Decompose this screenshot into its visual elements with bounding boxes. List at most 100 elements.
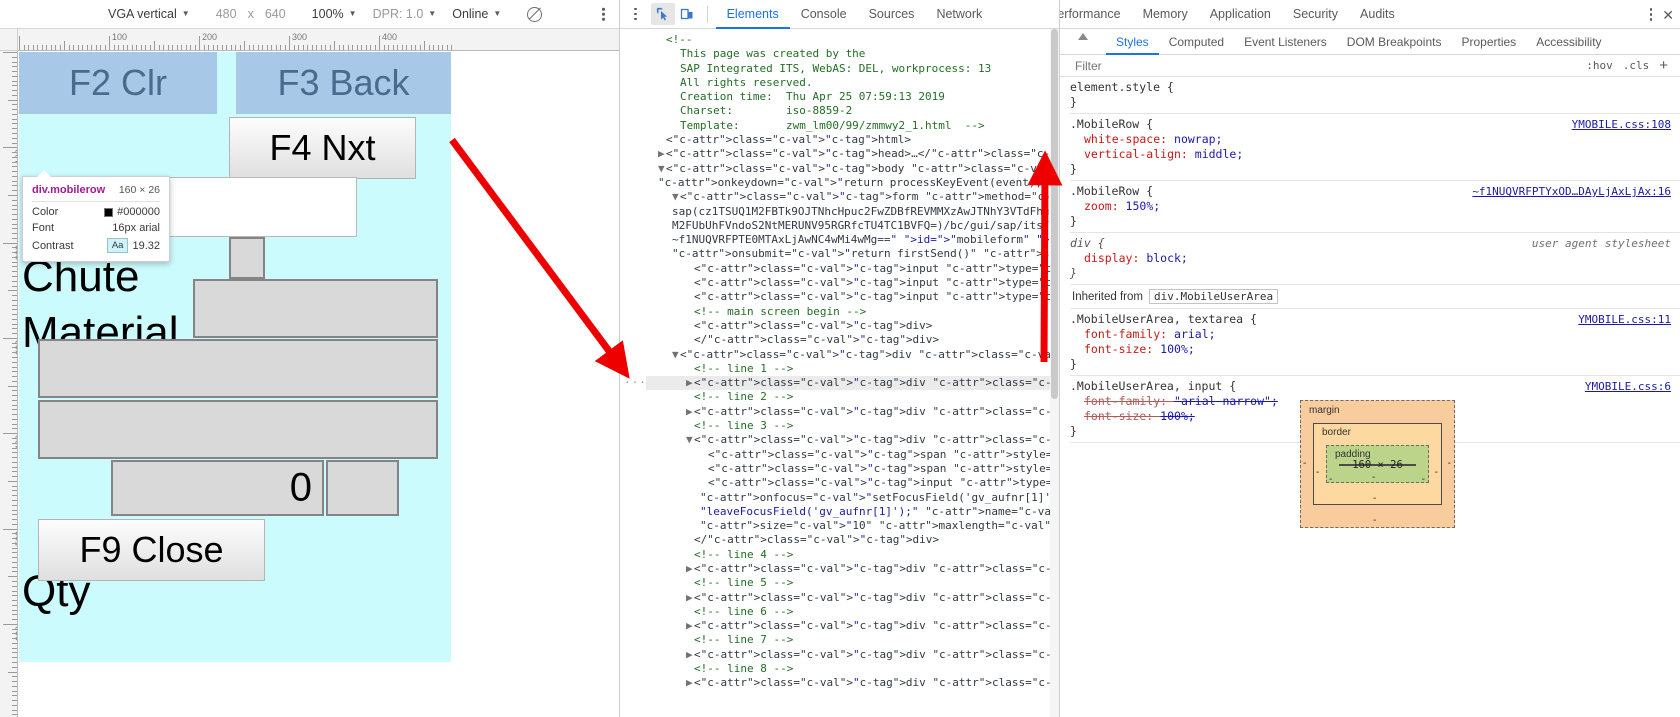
dpr-select[interactable]: DPR: 1.0 ▼	[373, 7, 437, 21]
f4-nxt-button[interactable]: F4 Nxt	[229, 117, 416, 179]
tab-dom-breakpoints[interactable]: DOM Breakpoints	[1337, 29, 1452, 55]
tab-accessibility[interactable]: Accessibility	[1526, 29, 1611, 55]
inherited-rule-1-source-link[interactable]: YMOBILE.css:6	[1585, 379, 1671, 394]
style-rule-2-source-link[interactable]: ~f1NUQVRFPTYxOD…DAyLjAxLjAx:16	[1472, 184, 1671, 199]
element-classes-button[interactable]: .cls	[1623, 59, 1650, 72]
inherited-rule-0-source-link[interactable]: YMOBILE.css:11	[1578, 312, 1671, 327]
dom-line[interactable]: <!-- line 3 -->	[646, 419, 1059, 433]
dom-line[interactable]: Template: zwm_lm00/99/zmmwy2_1.html -->	[646, 119, 1059, 133]
dom-line[interactable]: </"c-attr">class="c-val">"c-tag">div>	[646, 333, 1059, 347]
style-rule-1-declaration[interactable]: vertical-align: middle;	[1070, 147, 1680, 162]
dom-line[interactable]: ▼<"c-attr">class="c-val">"c-tag">div "c-…	[646, 348, 1059, 362]
dom-line[interactable]: ▶<"c-attr">class="c-val">"c-tag">head>…<…	[646, 147, 1059, 161]
styles-filter-input[interactable]	[1072, 56, 1587, 75]
chute-input[interactable]	[229, 237, 265, 279]
tab-properties[interactable]: Properties	[1451, 29, 1526, 55]
style-rule-3-source-link[interactable]: user agent stylesheet	[1532, 236, 1671, 251]
tab-application[interactable]: Application	[1199, 0, 1282, 29]
tab-network[interactable]: Network	[925, 0, 993, 29]
dom-line[interactable]: Charset: iso-8859-2	[646, 104, 1059, 118]
dom-scrollbar[interactable]	[1050, 29, 1059, 717]
dom-line[interactable]: <!-- line 4 -->	[646, 548, 1059, 562]
dom-line[interactable]: M2FUbUhFVndoS2NtMERUNV95RGRfcTU4TC1BVFQ=…	[646, 219, 1059, 233]
tab-audits[interactable]: Audits	[1349, 0, 1406, 29]
dom-line[interactable]: <"c-attr">class="c-val">"c-tag">html>	[646, 133, 1059, 147]
tab-security[interactable]: Security	[1282, 0, 1349, 29]
qty-input[interactable]: 0	[111, 460, 324, 516]
dom-line-badge[interactable]: ···	[624, 376, 647, 390]
dom-line[interactable]: ▶<"c-attr">class="c-val">"c-tag">div "c-…	[646, 619, 1059, 633]
dom-line[interactable]: "c-attr">onkeydown="c-val">"return proce…	[646, 176, 1059, 190]
f3-back-button[interactable]: F3 Back	[236, 52, 451, 114]
inherited-rule-0[interactable]: .MobileUserArea, textarea {font-family: …	[1070, 309, 1680, 376]
device-height-input[interactable]: 640	[265, 7, 286, 21]
more-tools-icon[interactable]	[634, 7, 637, 21]
dom-line[interactable]: SAP Integrated ITS, WebAS: DEL, workproc…	[646, 62, 1059, 76]
tab-styles[interactable]: Styles	[1106, 29, 1159, 55]
style-rule-2[interactable]: .MobileRow {zoom: 150%;} ~f1NUQVRFPTYxOD……	[1070, 181, 1680, 233]
zoom-select[interactable]: 100% ▼	[312, 7, 357, 21]
emulated-page-viewport[interactable]: F2 Clr F3 Back F4 Nxt Order Chute Materi…	[19, 52, 451, 662]
material-input[interactable]	[193, 279, 438, 338]
dom-tree[interactable]: <!-- This page was created by the SAP Inte…	[620, 29, 1059, 717]
dom-line[interactable]: <"c-attr">class="c-val">"c-tag">span "c-…	[646, 462, 1059, 476]
network-throttle-select[interactable]: Online ▼	[452, 7, 501, 21]
dom-line[interactable]: Creation time: Thu Apr 25 07:59:13 2019	[646, 90, 1059, 104]
dom-line[interactable]: ~f1NUQVRFPTE0MTAxLjAwNC4wMi4wMg==" ">id=…	[646, 233, 1059, 247]
dom-line[interactable]: <"c-attr">class="c-val">"c-tag">div>	[646, 319, 1059, 333]
dom-line[interactable]: This page was created by the	[646, 47, 1059, 61]
inherited-from-element[interactable]: div.MobileUserArea	[1148, 289, 1279, 304]
dom-line[interactable]: <!-- line 7 -->	[646, 633, 1059, 647]
dom-line[interactable]: ▶<"c-attr">class="c-val">"c-tag">div "c-…	[646, 405, 1059, 419]
more-options-icon[interactable]	[602, 7, 605, 21]
dom-line[interactable]: </"c-attr">class="c-val">"c-tag">div>	[646, 533, 1059, 547]
dom-line[interactable]: "c-attr">onsubmit="c-val">"return firstS…	[646, 247, 1059, 261]
tab-event-listeners[interactable]: Event Listeners	[1234, 29, 1337, 55]
no-throttling-icon[interactable]	[527, 6, 543, 22]
dom-line[interactable]: ▶<"c-attr">class="c-val">"c-tag">div "c-…	[646, 591, 1059, 605]
dom-line[interactable]: ▶<"c-attr">class="c-val">"c-tag">div "c-…	[646, 676, 1059, 690]
dom-line[interactable]: "leaveFocusField('gv_aufnr[1]');" "c-att…	[646, 505, 1059, 519]
scroll-up-icon[interactable]	[1078, 33, 1088, 40]
dom-line[interactable]: <!-- line 8 -->	[646, 662, 1059, 676]
qty-unit-input[interactable]	[326, 460, 399, 516]
tab-computed[interactable]: Computed	[1159, 29, 1234, 55]
f2-clr-button[interactable]: F2 Clr	[19, 52, 217, 114]
style-rule-2-declaration[interactable]: zoom: 150%;	[1070, 199, 1680, 214]
tab-elements[interactable]: Elements	[716, 0, 790, 29]
inherited-rule-0-declaration[interactable]: font-size: 100%;	[1070, 342, 1680, 357]
order-input[interactable]	[151, 177, 357, 237]
style-rule-1-source-link[interactable]: YMOBILE.css:108	[1572, 117, 1671, 132]
device-preset-select[interactable]: VGA vertical ▼	[108, 7, 190, 21]
dom-line[interactable]: sap(cz1TSUQ1M2FBTk9OJTNhcHpuc2FwZDBfREVM…	[646, 205, 1059, 219]
devtools-more-icon[interactable]	[1649, 8, 1653, 21]
toggle-device-toolbar-icon[interactable]	[675, 3, 699, 25]
inherited-rule-0-declaration[interactable]: font-family: arial;	[1070, 327, 1680, 342]
dom-line[interactable]: ▶<"c-attr">class="c-val">"c-tag">div "c-…	[646, 562, 1059, 576]
dom-line[interactable]: ▼<"c-attr">class="c-val">"c-tag">form "c…	[646, 190, 1059, 204]
inspect-element-icon[interactable]	[650, 3, 675, 25]
f9-close-button[interactable]: F9 Close	[38, 519, 265, 581]
tab-sources[interactable]: Sources	[858, 0, 926, 29]
dom-line[interactable]: "c-attr">size="c-val">"10" "c-attr">maxl…	[646, 519, 1059, 533]
dom-line[interactable]: <"c-attr">class="c-val">"c-tag">input "c…	[646, 276, 1059, 290]
dom-line[interactable]: "c-attr">onfocus="c-val">"setFocusField(…	[646, 491, 1059, 505]
dom-line[interactable]: <!-- line 2 -->	[646, 390, 1059, 404]
force-state-button[interactable]: :hov	[1586, 59, 1613, 72]
dom-line[interactable]: <!-- line 6 -->	[646, 605, 1059, 619]
close-icon[interactable]: ✕	[1662, 8, 1674, 22]
dom-line[interactable]: <!-- main screen begin -->	[646, 305, 1059, 319]
new-style-rule-button[interactable]: +	[1659, 58, 1668, 73]
dom-line[interactable]: <"c-attr">class="c-val">"c-tag">input "c…	[646, 476, 1059, 490]
style-rule-1[interactable]: .MobileRow {white-space: nowrap; vertical…	[1070, 114, 1680, 181]
extra-field-2[interactable]	[38, 400, 438, 459]
dom-line[interactable]: <!-- line 1 -->	[646, 362, 1059, 376]
dom-line[interactable]: All rights reserved.	[646, 76, 1059, 90]
style-rule-0[interactable]: element.style {}	[1070, 77, 1680, 114]
extra-field-1[interactable]	[38, 339, 438, 398]
tab-memory[interactable]: Memory	[1132, 0, 1199, 29]
dom-line[interactable]: ▶<"c-attr">class="c-val">"c-tag">div "c-…	[646, 648, 1059, 662]
tab-performance[interactable]: Performance	[1060, 0, 1132, 29]
dom-line[interactable]: ▼<"c-attr">class="c-val">"c-tag">body "c…	[646, 162, 1059, 176]
style-rule-1-declaration[interactable]: white-space: nowrap;	[1070, 132, 1680, 147]
